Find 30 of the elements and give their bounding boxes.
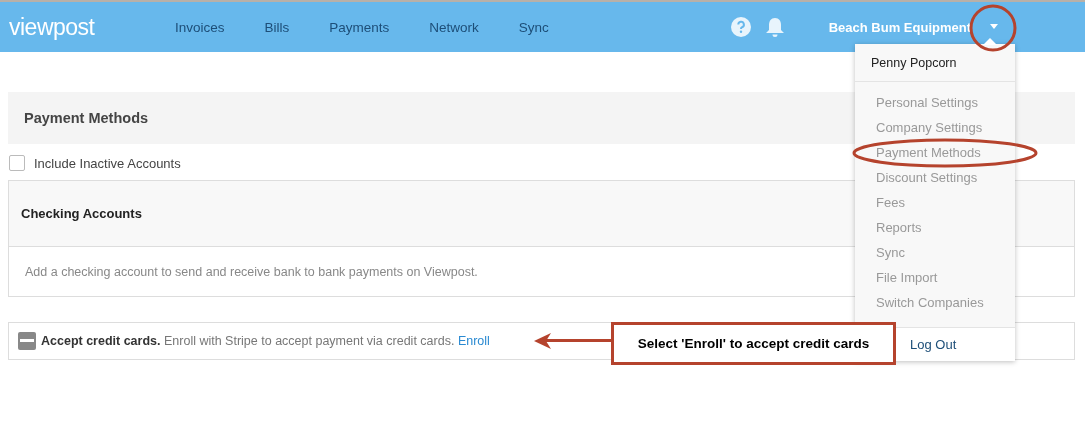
caret-icon[interactable] xyxy=(989,24,999,30)
nav-link[interactable]: Payments xyxy=(329,19,390,35)
nav-link[interactable]: Bills xyxy=(264,19,290,35)
panel-title: Checking Accounts xyxy=(21,206,142,221)
menu-item[interactable]: Switch Companies xyxy=(876,295,984,310)
help-icon[interactable] xyxy=(730,17,751,37)
nav-link[interactable]: Sync xyxy=(518,19,549,35)
logo[interactable]: viewpost xyxy=(9,13,159,41)
callout-text: Select 'Enroll' to accept credit cards xyxy=(637,336,870,351)
checkbox-label: Include Inactive Accounts xyxy=(34,155,181,171)
menu-item[interactable]: Company Settings xyxy=(876,120,983,135)
notification-bell-icon[interactable] xyxy=(764,16,785,38)
menu-item[interactable]: Reports xyxy=(876,220,922,235)
menu-item[interactable]: Fees xyxy=(876,195,905,210)
page-title: Payment Methods xyxy=(24,110,149,126)
enroll-link[interactable]: Enroll xyxy=(457,334,490,348)
nav-link[interactable]: Network xyxy=(429,19,479,35)
credit-card-icon xyxy=(18,332,36,350)
empty-message: Add a checking account to send and receive bank to bank payments on Viewpost. xyxy=(25,264,478,279)
company-name[interactable]: Beach Bum Equipment xyxy=(828,19,971,35)
menu-item[interactable]: Discount Settings xyxy=(876,170,978,185)
credit-card-notice: Accept credit cards. Enroll with Stripe to accept payment via credit cards. Enroll xyxy=(41,334,490,348)
log-out-item[interactable]: Log Out xyxy=(910,337,957,352)
checkbox[interactable] xyxy=(9,155,25,171)
menu-item[interactable]: Sync xyxy=(876,245,905,260)
user-name: Penny Popcorn xyxy=(871,55,957,70)
highlight-circle xyxy=(968,3,1018,53)
menu-item[interactable]: Personal Settings xyxy=(876,95,978,110)
menu-item[interactable]: File Import xyxy=(876,270,938,285)
nav-link[interactable]: Invoices xyxy=(175,19,225,35)
